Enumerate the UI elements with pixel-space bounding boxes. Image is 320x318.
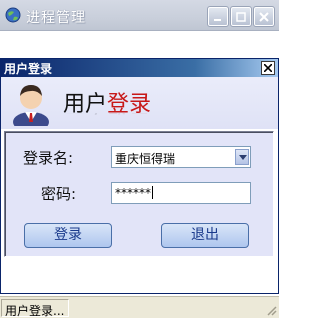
header-title-reflection: 用户登录: [63, 113, 151, 121]
dialog-footer: [1, 261, 278, 293]
maximize-button[interactable]: [230, 6, 252, 27]
user-avatar-icon: [13, 85, 49, 126]
password-label: 密码:: [41, 185, 77, 203]
username-value: 重庆恒得瑞: [115, 152, 176, 166]
password-value: ******: [115, 186, 153, 200]
maximize-icon: [236, 12, 246, 22]
outer-toolbar-area: [0, 31, 279, 59]
password-mask: ******: [115, 186, 151, 200]
app-globe-icon: [5, 7, 21, 23]
dialog-title-bar[interactable]: 用户登录: [1, 59, 278, 77]
status-bar: 用户登录...: [0, 296, 279, 318]
minimize-icon: [214, 19, 221, 21]
username-label: 登录名:: [23, 149, 74, 167]
login-button[interactable]: 登录: [24, 223, 112, 248]
login-form-panel: 登录名: 重庆恒得瑞 密码: ****** 登录 退出: [4, 131, 274, 257]
close-window-button[interactable]: [253, 6, 275, 27]
dialog-title: 用户登录: [4, 62, 53, 76]
dialog-header-banner: 用户登录 用户登录: [1, 77, 278, 129]
close-icon: [264, 64, 272, 72]
resize-grip-icon[interactable]: [265, 304, 277, 316]
text-caret: [152, 186, 153, 199]
username-combobox[interactable]: 重庆恒得瑞: [111, 146, 251, 168]
chevron-down-icon: [239, 155, 247, 160]
close-icon: [259, 12, 269, 22]
minimize-button[interactable]: [207, 6, 229, 27]
password-field[interactable]: ******: [111, 182, 251, 204]
outer-window-title: 进程管理: [26, 10, 86, 26]
status-text: 用户登录...: [5, 304, 65, 318]
header-reflection-part2: 登录: [107, 113, 151, 115]
username-dropdown-button[interactable]: [235, 149, 249, 165]
outer-title-bar[interactable]: 进程管理: [0, 0, 279, 31]
exit-button[interactable]: 退出: [161, 223, 249, 248]
header-reflection-part1: 用户: [63, 113, 107, 115]
login-dialog: 用户登录 用户登录 用户登录 登录名: 重庆恒得瑞 密码: ***: [0, 58, 279, 294]
dialog-close-button[interactable]: [261, 61, 275, 75]
status-pane: 用户登录...: [1, 299, 69, 318]
